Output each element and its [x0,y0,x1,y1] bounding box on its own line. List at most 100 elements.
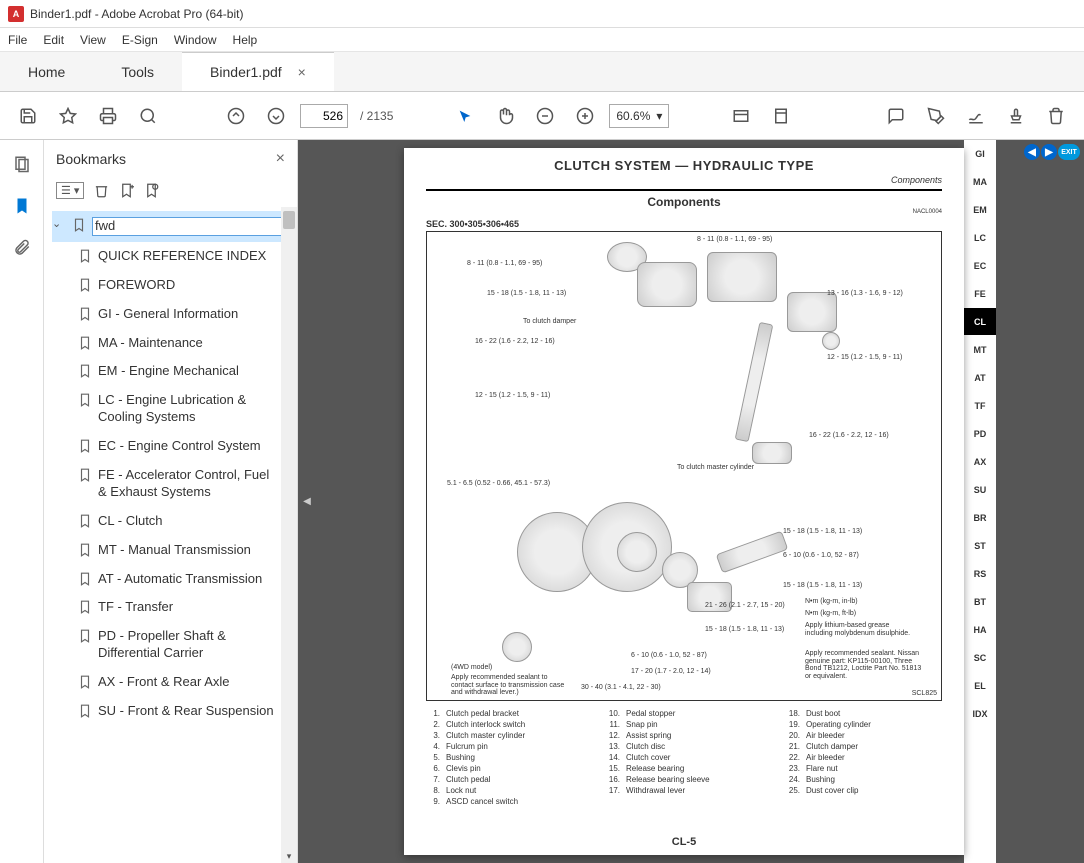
star-icon[interactable] [52,100,84,132]
index-tab-tf[interactable]: TF [964,392,996,420]
index-tab-fe[interactable]: FE [964,280,996,308]
fit-page-icon[interactable] [765,100,797,132]
close-panel-icon[interactable]: × [276,150,285,168]
bookmark-icon [78,629,92,643]
pointer-icon[interactable] [449,100,481,132]
menu-esign[interactable]: E-Sign [122,33,158,47]
bookmark-icon [78,278,92,292]
close-icon[interactable]: × [298,64,306,80]
attachments-icon[interactable] [10,236,34,260]
menu-help[interactable]: Help [233,33,258,47]
bookmarks-list[interactable]: ⌄ fwd QUICK REFERENCE INDEXFOREWORDGI - … [44,207,297,863]
bookmark-item[interactable]: LC - Engine Lubrication & Cooling System… [52,386,295,432]
index-tab-bt[interactable]: BT [964,588,996,616]
bookmark-icon [78,675,92,689]
bookmark-item[interactable]: AT - Automatic Transmission [52,565,295,594]
diagram-code: SCL825 [912,690,937,698]
highlight-icon[interactable] [920,100,952,132]
print-icon[interactable] [92,100,124,132]
index-tab-pd[interactable]: PD [964,420,996,448]
panel-toolbar: ☰ ▾ [44,178,297,207]
scrollbar-thumb[interactable] [283,211,295,229]
menu-edit[interactable]: Edit [43,33,64,47]
bookmark-item[interactable]: PD - Propeller Shaft & Differential Carr… [52,622,295,668]
index-tab-su[interactable]: SU [964,476,996,504]
page-up-icon[interactable] [220,100,252,132]
bookmark-item[interactable]: SU - Front & Rear Suspension [52,697,295,726]
index-tab-br[interactable]: BR [964,504,996,532]
zoom-in-icon[interactable] [569,100,601,132]
comment-icon[interactable] [880,100,912,132]
index-tab-lc[interactable]: LC [964,224,996,252]
pdf-icon: A [8,6,24,22]
panel-new-bookmark-icon[interactable] [119,183,134,198]
index-tab-cl[interactable]: CL [964,308,996,336]
legend-item: 17.Withdrawal lever [606,786,762,795]
scrollbar[interactable]: ▴ ▾ [281,207,297,863]
stamp-icon[interactable] [1000,100,1032,132]
index-tab-idx[interactable]: IDX [964,700,996,728]
index-tab-el[interactable]: EL [964,672,996,700]
document-viewer[interactable]: ◀ ▶ EXIT CLUTCH SYSTEM — HYDRAULIC TYPE … [316,140,1084,863]
index-tab-at[interactable]: AT [964,364,996,392]
sign-icon[interactable] [960,100,992,132]
index-tab-sc[interactable]: SC [964,644,996,672]
panel-find-bookmark-icon[interactable] [144,183,159,198]
index-tab-ha[interactable]: HA [964,616,996,644]
callout-text: Apply recommended sealant. Nissan genuin… [805,650,925,681]
tab-document[interactable]: Binder1.pdf × [182,52,334,91]
scroll-down-icon[interactable]: ▾ [283,849,295,863]
fit-width-icon[interactable] [725,100,757,132]
nav-prev-icon[interactable]: ◀ [1024,144,1040,160]
nav-exit-button[interactable]: EXIT [1058,144,1080,160]
panel-delete-icon[interactable] [94,183,109,198]
bookmark-root[interactable]: ⌄ fwd [52,211,295,242]
search-icon[interactable] [132,100,164,132]
bookmark-item[interactable]: GI - General Information [52,300,295,329]
bookmark-label: AX - Front & Rear Axle [98,674,291,691]
index-tab-em[interactable]: EM [964,196,996,224]
bookmarks-icon[interactable] [10,194,34,218]
tab-home[interactable]: Home [0,52,93,91]
index-tab-st[interactable]: ST [964,532,996,560]
bookmark-label: SU - Front & Rear Suspension [98,703,291,720]
bookmark-item[interactable]: FE - Accelerator Control, Fuel & Exhaust… [52,461,295,507]
bookmark-item[interactable]: EC - Engine Control System [52,432,295,461]
bookmark-item[interactable]: MA - Maintenance [52,329,295,358]
bookmark-item[interactable]: TF - Transfer [52,593,295,622]
trash-icon[interactable] [1040,100,1072,132]
bookmark-item[interactable]: AX - Front & Rear Axle [52,668,295,697]
panel-options-icon[interactable]: ☰ ▾ [56,182,84,199]
thumbnails-icon[interactable] [10,152,34,176]
collapse-panel-handle[interactable]: ◀ [298,140,316,863]
index-tab-mt[interactable]: MT [964,336,996,364]
bookmark-label: EM - Engine Mechanical [98,363,291,380]
bookmark-icon [78,514,92,528]
index-tab-rs[interactable]: RS [964,560,996,588]
nav-buttons: ◀ ▶ EXIT [1024,144,1080,160]
chevron-down-icon[interactable]: ⌄ [52,217,66,231]
zoom-out-icon[interactable] [529,100,561,132]
menu-file[interactable]: File [8,33,27,47]
save-icon[interactable] [12,100,44,132]
bookmark-icon [78,307,92,321]
index-tab-ma[interactable]: MA [964,168,996,196]
hand-icon[interactable] [489,100,521,132]
page-number-input[interactable] [300,104,348,128]
bookmark-item[interactable]: CL - Clutch [52,507,295,536]
page-down-icon[interactable] [260,100,292,132]
bookmark-item[interactable]: MT - Manual Transmission [52,536,295,565]
index-tab-ec[interactable]: EC [964,252,996,280]
index-tab-gi[interactable]: GI [964,140,996,168]
bookmark-item[interactable]: QUICK REFERENCE INDEX [52,242,295,271]
zoom-select[interactable]: 60.6%▾ [609,104,669,128]
tab-tools[interactable]: Tools [93,52,182,91]
menu-view[interactable]: View [80,33,106,47]
nav-next-icon[interactable]: ▶ [1041,144,1057,160]
bookmark-icon [78,393,92,407]
index-tab-ax[interactable]: AX [964,448,996,476]
bookmark-item[interactable]: FOREWORD [52,271,295,300]
ref-code: NACL0004 [426,209,942,215]
menu-window[interactable]: Window [174,33,217,47]
bookmark-item[interactable]: EM - Engine Mechanical [52,357,295,386]
